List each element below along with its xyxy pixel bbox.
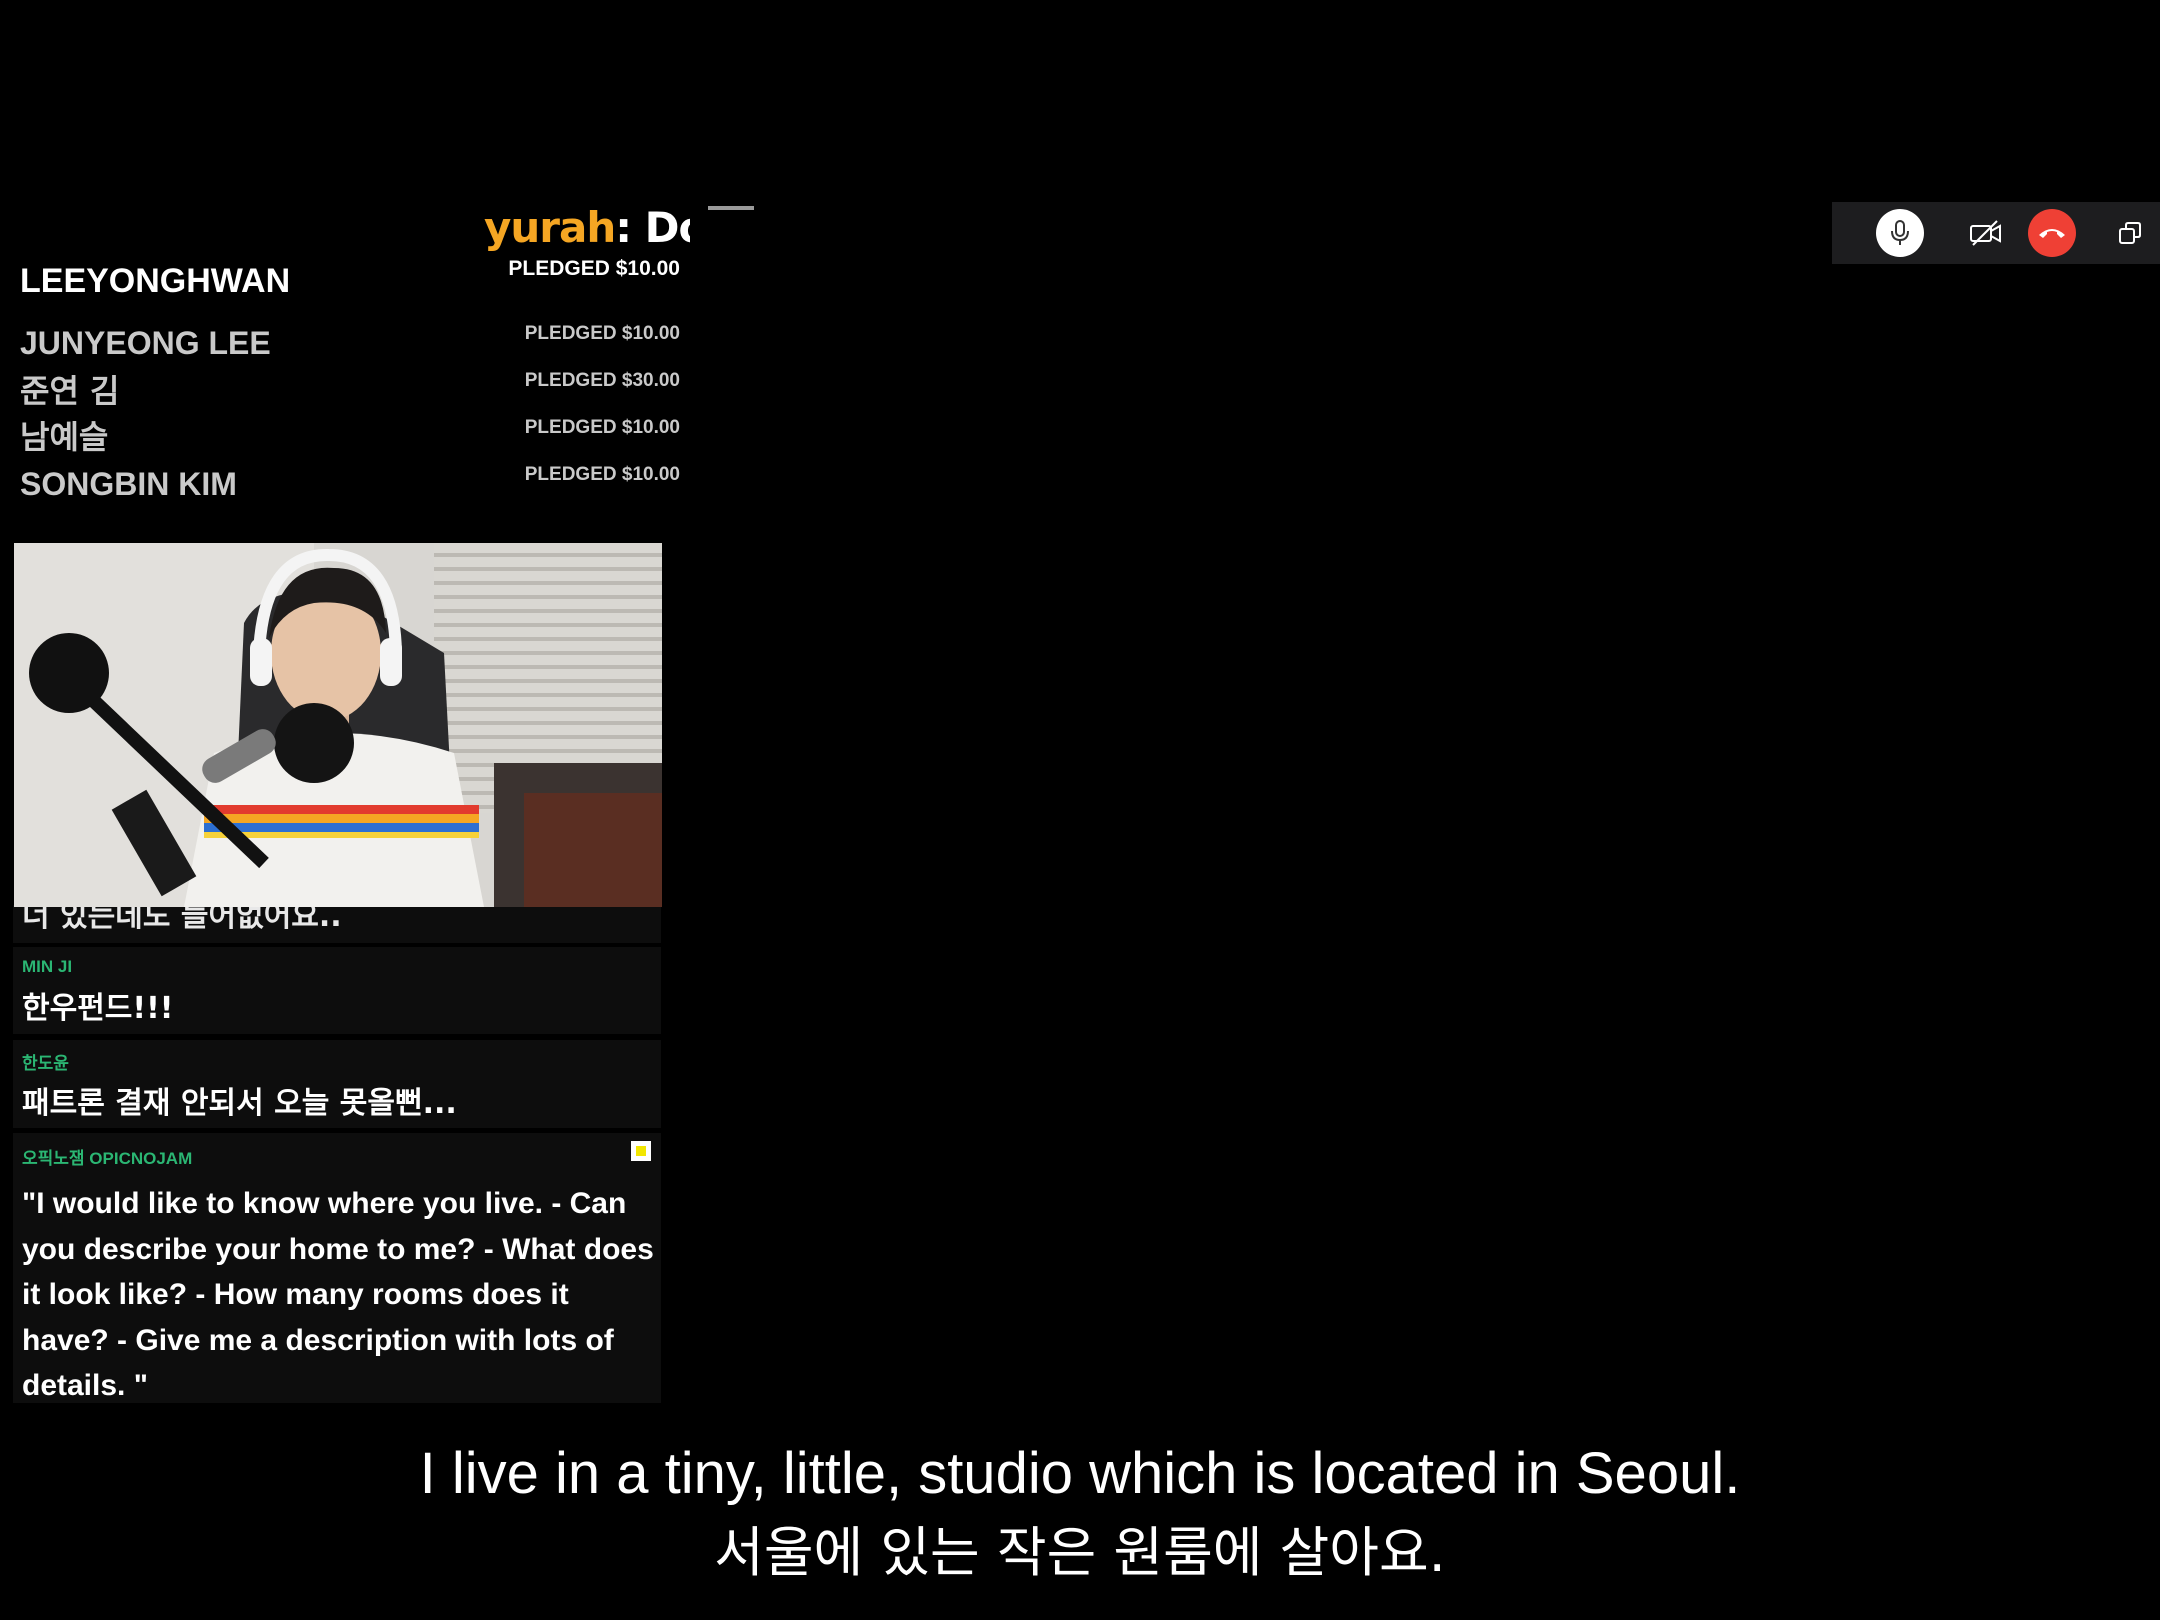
chat-message: 오픽노잼 OPICNOJAM "I would like to know whe…: [13, 1133, 661, 1403]
microphone-icon: [1891, 220, 1909, 245]
pledger-amount: PLEDGED $10.00: [524, 464, 680, 485]
pledger-amount: PLEDGED $10.00: [524, 417, 680, 438]
pledger-name: 남예슬: [20, 418, 109, 456]
chat-message-partial: 너 있는데도 들어없어요..: [13, 905, 661, 943]
ticker-edge-marker: [708, 206, 754, 210]
subtitle-english: I live in a tiny, little, studio which i…: [419, 1441, 1741, 1506]
chat-username: 한도윤: [22, 1054, 69, 1073]
chat-username: 오픽노잼 OPICNOJAM: [22, 1149, 193, 1168]
end-call-button[interactable]: [2028, 209, 2076, 257]
pledger-amount: PLEDGED $10.00: [524, 323, 680, 344]
ticker-message: : Donating: [615, 203, 690, 252]
pledger-name: JUNYEONG LEE: [20, 325, 271, 361]
top-pledger-amount: PLEDGED $10.00: [508, 257, 680, 280]
chat-message-text: 패트론 결재 안되서 오늘 못올뻔...: [22, 1086, 457, 1121]
pledger-name: 준연 김: [20, 372, 120, 410]
chat-username: MIN JI: [22, 957, 73, 976]
chat-message-text: 한우펀드!!!: [22, 991, 174, 1026]
subscriber-badge-icon: [631, 1141, 651, 1161]
ticker-donor-name: yurah: [484, 203, 616, 252]
pledger-name: SONGBIN KIM: [20, 466, 237, 502]
call-control-bar: [1832, 202, 2160, 264]
chat-message-text: 너 있는데도 들어없어요..: [22, 905, 342, 934]
hang-up-icon: [2039, 229, 2065, 238]
subtitle-korean: 서울에 있는 작은 원룸에 살아요.: [714, 1521, 1446, 1584]
donation-ticker: yurah: Donating: [484, 200, 690, 256]
chat-message: MIN JI 한우펀드!!!: [13, 947, 661, 1034]
chat-message-text: "I would like to know where you live. - …: [22, 1187, 654, 1402]
chat-message: 한도윤 패트론 결재 안되서 오늘 못올뻔...: [13, 1040, 661, 1128]
pop-out-button[interactable]: [2106, 209, 2154, 257]
camera-toggle-button[interactable]: [1962, 209, 2010, 257]
pledger-amount: PLEDGED $30.00: [524, 370, 680, 391]
pop-out-icon: [2119, 222, 2141, 244]
camera-off-icon: [1970, 220, 2001, 246]
microphone-button[interactable]: [1876, 209, 1924, 257]
top-pledger-name: LEEYONGHWAN: [20, 262, 291, 300]
webcam-feed: [14, 543, 662, 907]
